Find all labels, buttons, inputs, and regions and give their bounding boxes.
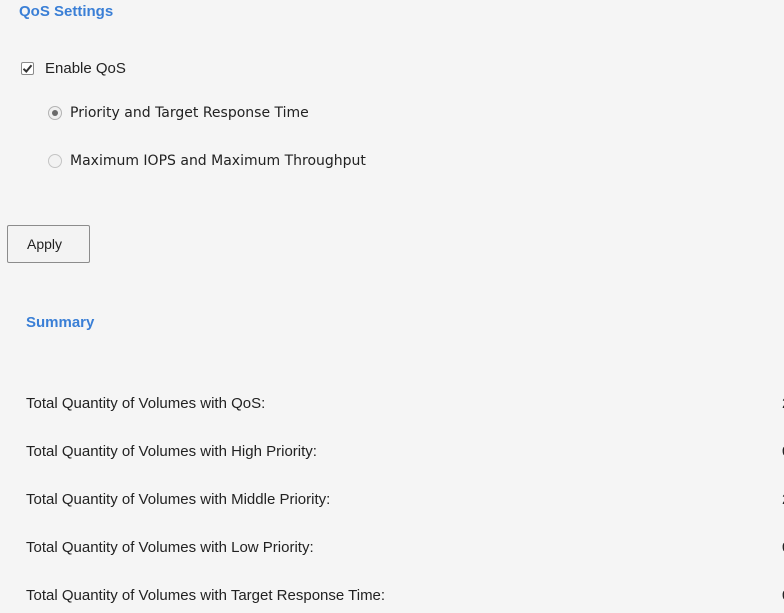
max-iops-radio-button[interactable] [48,154,62,168]
summary-row: Total Quantity of Volumes with QoS: 2 [26,395,784,412]
summary-row-label: Total Quantity of Volumes with Middle Pr… [26,491,331,508]
qos-settings-page: QoS Settings Enable QoS Priority and Tar… [0,0,784,613]
summary-row: Total Quantity of Volumes with Middle Pr… [26,491,784,508]
radio-option-priority[interactable]: Priority and Target Response Time [48,105,309,121]
checkmark-icon [22,64,33,73]
summary-row-label: Total Quantity of Volumes with Target Re… [26,587,386,604]
priority-radio-label: Priority and Target Response Time [70,105,309,121]
summary-row-label: Total Quantity of Volumes with High Prio… [26,443,317,460]
radio-selected-dot-icon [52,110,58,116]
max-iops-radio-label: Maximum IOPS and Maximum Throughput [70,153,366,169]
summary-row: Total Quantity of Volumes with High Prio… [26,443,784,460]
priority-radio-button[interactable] [48,106,62,120]
radio-option-max-iops[interactable]: Maximum IOPS and Maximum Throughput [48,153,366,169]
summary-row: Total Quantity of Volumes with Target Re… [26,587,784,604]
summary-row-label: Total Quantity of Volumes with Low Prior… [26,539,314,556]
enable-qos-row[interactable]: Enable QoS [21,60,126,77]
summary-row: Total Quantity of Volumes with Low Prior… [26,539,784,556]
summary-title: Summary [26,314,95,331]
apply-button[interactable]: Apply [7,225,90,263]
enable-qos-label: Enable QoS [45,60,126,77]
summary-row-label: Total Quantity of Volumes with QoS: [26,395,266,412]
qos-settings-title: QoS Settings [19,3,114,20]
enable-qos-checkbox[interactable] [21,62,34,75]
